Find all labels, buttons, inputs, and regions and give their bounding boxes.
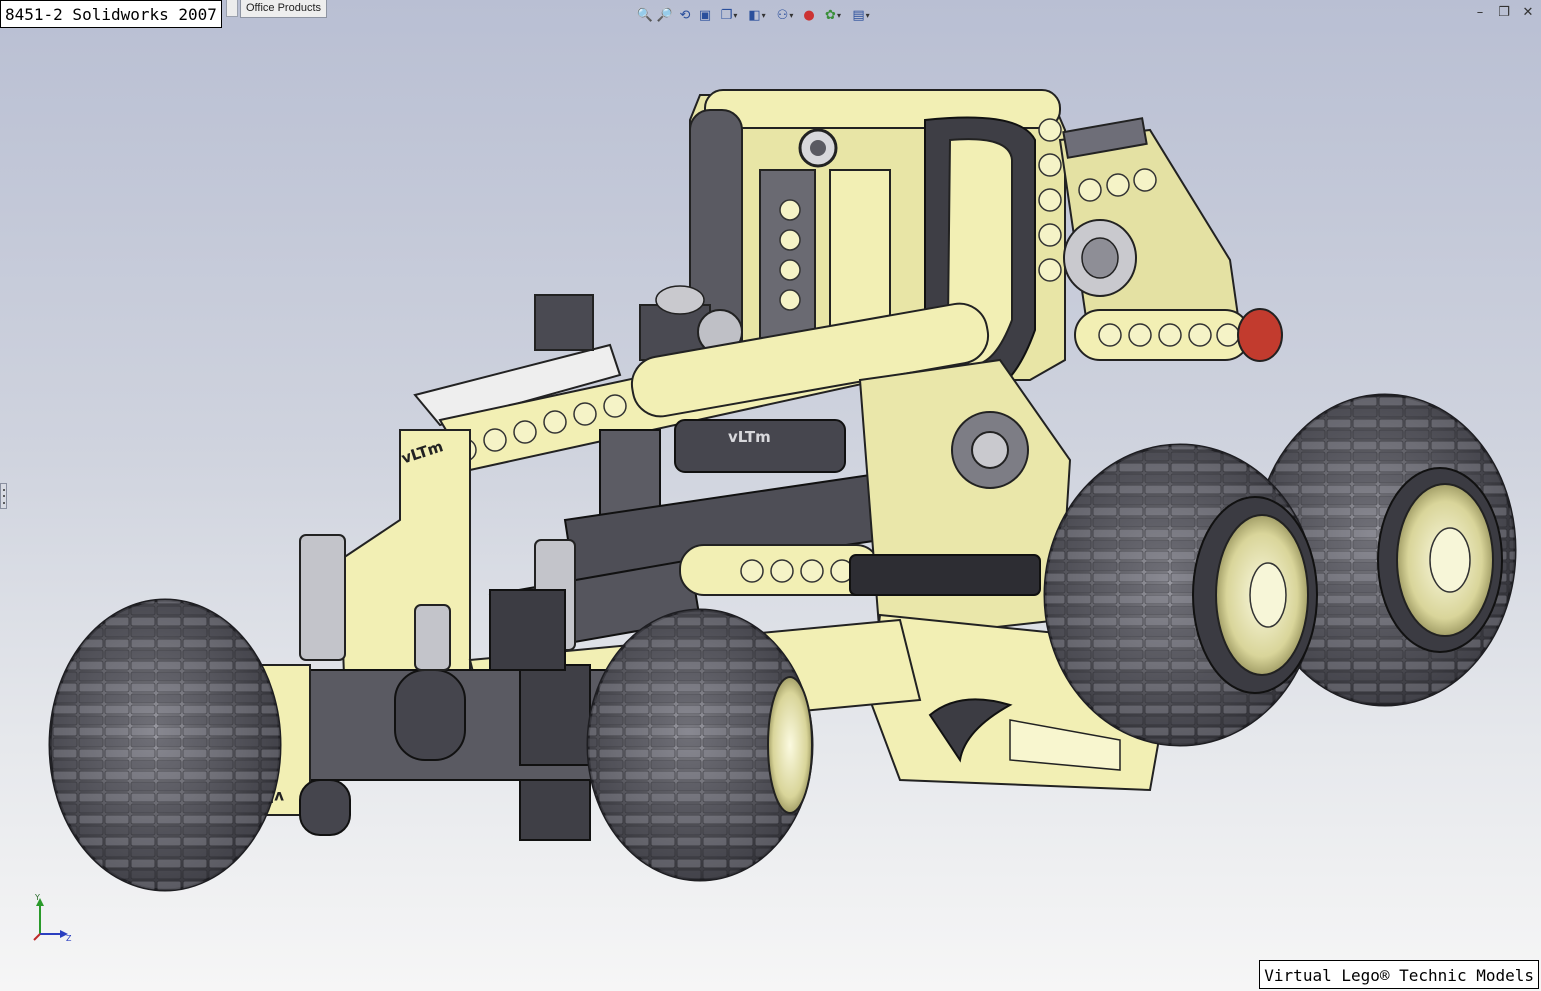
wheel-front-right [586, 608, 814, 882]
triad-y-label: Y [34, 894, 40, 902]
wheel-front-left [48, 598, 282, 892]
panel-collapse-handle[interactable] [0, 483, 7, 509]
minimize-icon[interactable]: – [1473, 6, 1487, 20]
right-frame [1058, 117, 1283, 362]
section-view-icon[interactable]: ▣ [696, 6, 714, 24]
engraving-vltm-2: vLTm [728, 428, 771, 446]
hide-show-items-icon[interactable]: ⚇ [772, 6, 798, 24]
tab-stub[interactable] [226, 0, 238, 17]
apply-scene-icon[interactable]: ✿ [820, 6, 846, 24]
close-icon[interactable]: ✕ [1521, 6, 1535, 20]
graphics-viewport[interactable]: vLTm vLTm 8451-2 Solidworks 2007 Office … [0, 0, 1541, 991]
display-style-icon[interactable]: ◧ [744, 6, 770, 24]
tab-office-products[interactable]: Office Products [240, 0, 327, 18]
view-settings-icon[interactable]: ▤ [848, 6, 874, 24]
rotate-view-icon[interactable]: ⟲ [676, 6, 694, 24]
edit-appearance-icon[interactable]: ● [800, 6, 818, 24]
zoom-to-fit-icon[interactable]: 🔍 [636, 6, 654, 24]
heads-up-view-toolbar: 🔍 🔎 ⟲ ▣ ❐ ◧ ⚇ ● ✿ ▤ [636, 4, 874, 26]
lego-model-render[interactable]: vLTm vLTm [0, 0, 1541, 991]
watermark-label: Virtual Lego® Technic Models [1259, 960, 1539, 989]
view-orientation-icon[interactable]: ❐ [716, 6, 742, 24]
zoom-to-area-icon[interactable]: 🔎 [656, 6, 674, 24]
restore-icon[interactable]: ❐ [1497, 6, 1511, 20]
wheel-rear-near [1043, 443, 1318, 747]
triad-z-label: Z [66, 934, 72, 943]
reference-triad: Y Z [33, 894, 72, 943]
window-controls: – ❐ ✕ [1473, 6, 1535, 20]
model-title-label: 8451-2 Solidworks 2007 [0, 0, 222, 28]
